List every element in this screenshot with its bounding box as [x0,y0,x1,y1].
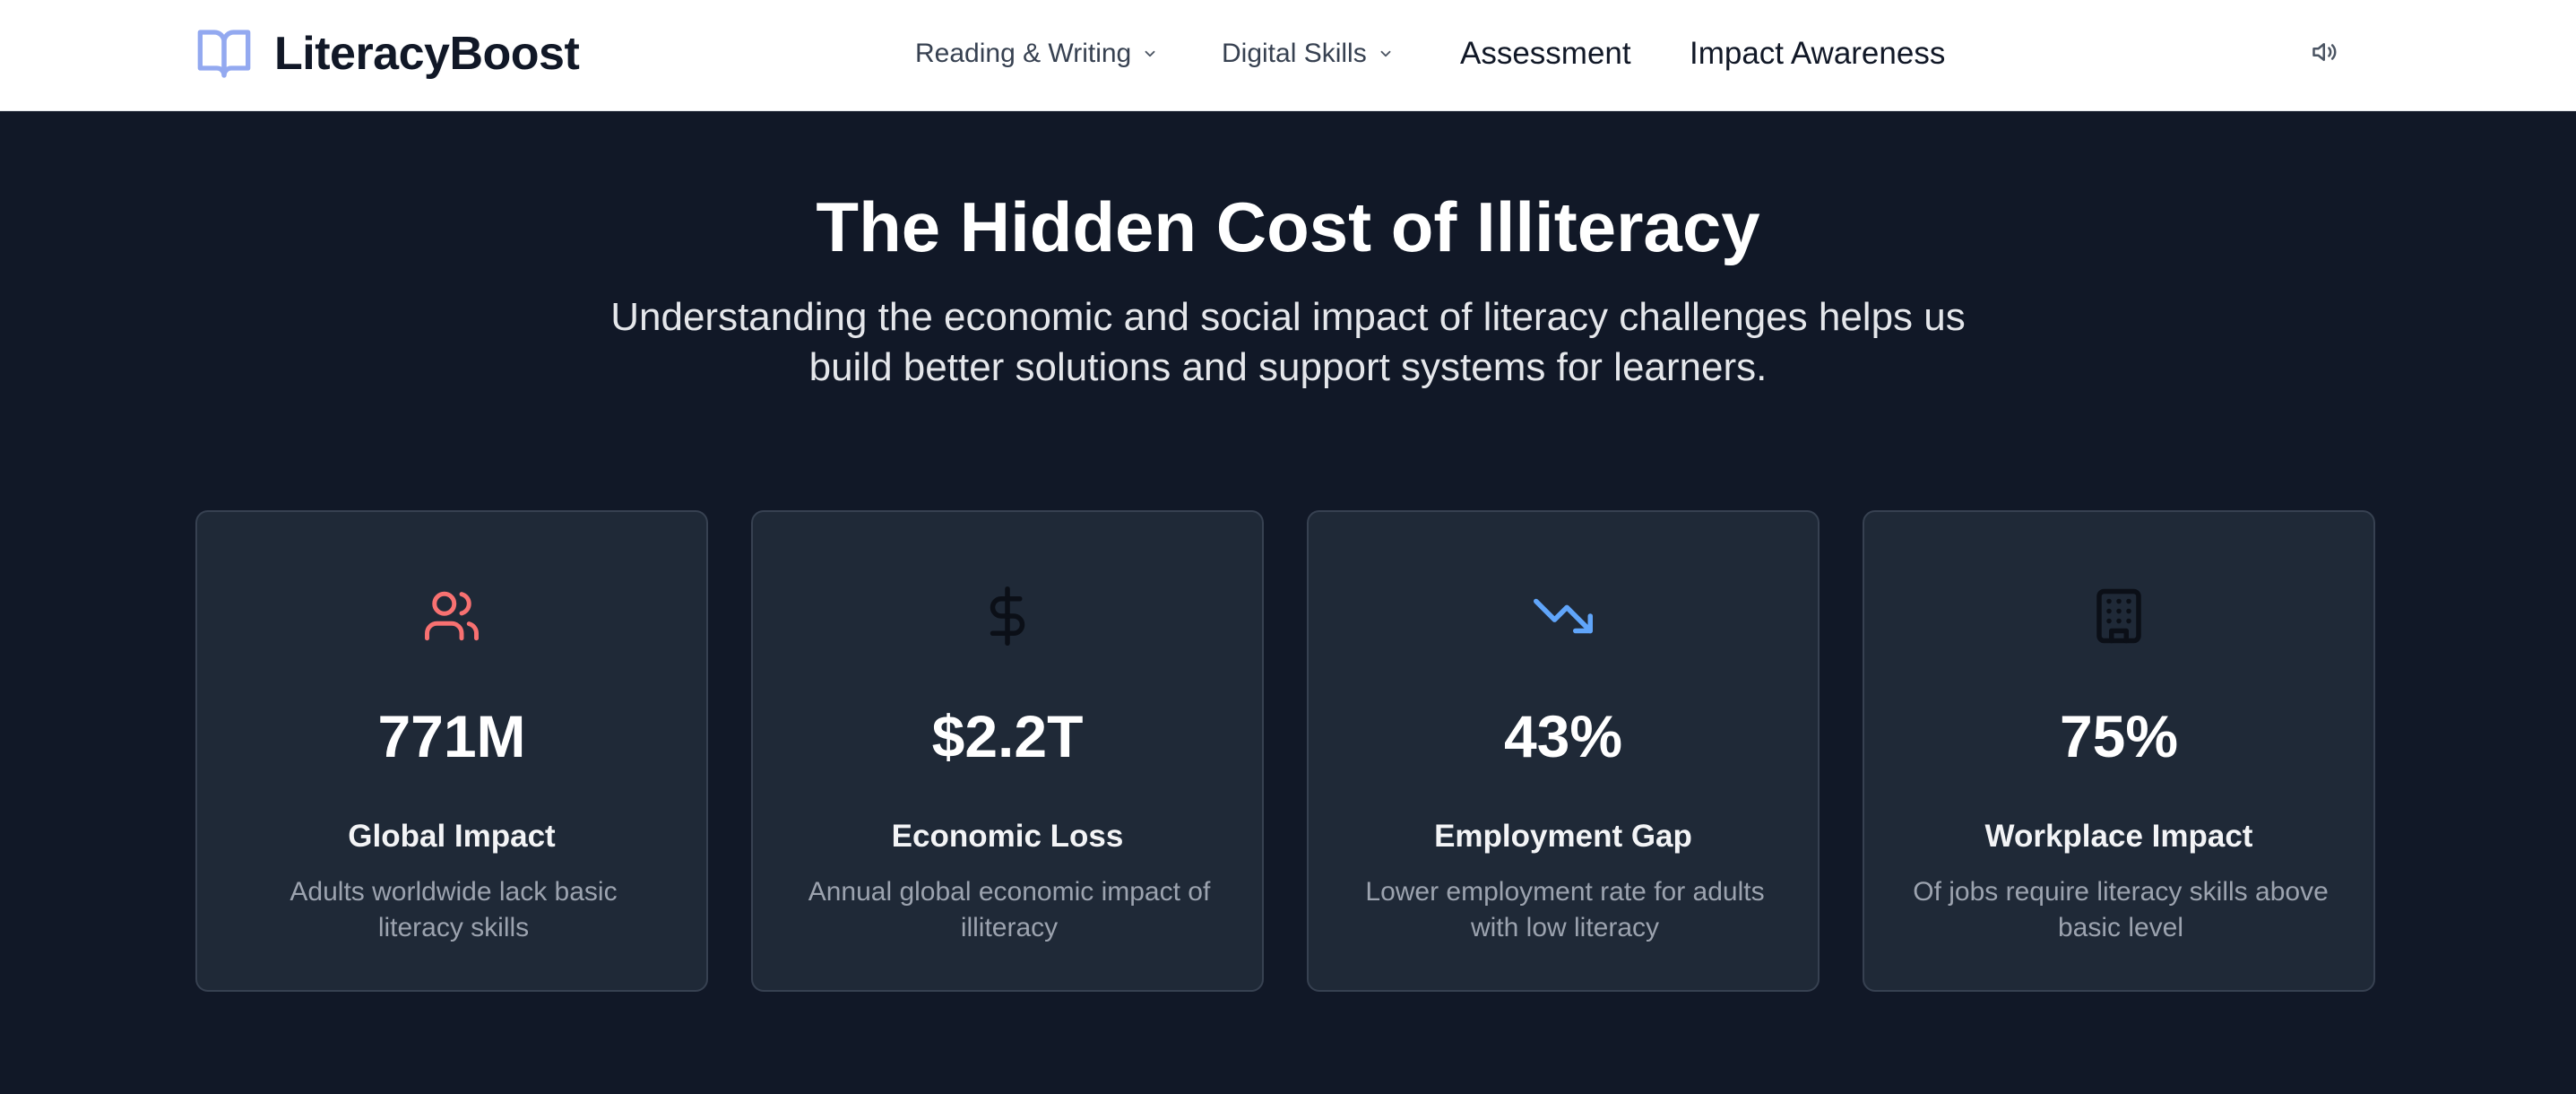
subtitle-line: build better solutions and support syste… [808,345,1768,389]
stat-value: $2.2T [931,703,1084,769]
desc-line: illiteracy [960,913,1059,942]
chevron-down-icon [1378,46,1394,62]
stat-description: Annual global economic impact of illiter… [798,874,1221,946]
dollar-sign-icon [753,584,1262,648]
desc-line: Of jobs require literacy skills above [1913,877,2329,907]
users-icon [197,584,706,648]
page-subtitle: Understanding the economic and social im… [607,292,1969,393]
book-open-icon [195,25,253,82]
stat-title: Economic Loss [891,819,1124,854]
stat-value: 43% [1503,703,1623,769]
speaker-icon [2312,39,2338,70]
stat-value: 771M [377,703,526,769]
stat-card-workplace-impact: 75% Workplace Impact Of jobs require lit… [1863,510,2375,992]
desc-line: basic level [2057,913,2184,942]
desc-line: Adults worldwide lack basic [290,877,618,907]
top-navbar: LiteracyBoost Reading & Writing Digital … [0,0,2576,111]
nav-item-label: Digital Skills [1222,39,1367,68]
stat-title: Global Impact [348,819,556,854]
stat-title: Workplace Impact [1984,819,2253,854]
desc-line: Annual global economic impact of [808,877,1211,907]
stat-description: Adults worldwide lack basic literacy ski… [242,874,665,946]
nav-item-label: Impact Awareness [1690,36,1946,71]
nav-item-impact-awareness[interactable]: Impact Awareness [1690,27,1945,81]
nav-item-reading-writing[interactable]: Reading & Writing [915,27,1158,81]
subtitle-line: Understanding the economic and social im… [610,295,1966,339]
nav-item-assessment[interactable]: Assessment [1460,27,1631,81]
nav-item-digital-skills[interactable]: Digital Skills [1222,27,1394,81]
audio-toggle-button[interactable] [2307,34,2343,74]
stat-card-global-impact: 771M Global Impact Adults worldwide lack… [195,510,708,992]
page-title: The Hidden Cost of Illiteracy [816,187,1760,266]
stat-value: 75% [2059,703,2179,769]
stat-card-employment-gap: 43% Employment Gap Lower employment rate… [1307,510,1820,992]
brand-logo-link[interactable]: LiteracyBoost [195,25,580,82]
building-icon [1864,584,2373,648]
stat-description: Of jobs require literacy skills above ba… [1909,874,2332,946]
nav-item-label: Reading & Writing [915,39,1132,68]
desc-line: literacy skills [377,913,530,942]
stat-title: Employment Gap [1434,819,1692,854]
desc-line: with low literacy [1470,913,1660,942]
desc-line: Lower employment rate for adults [1365,877,1765,907]
stat-description: Lower employment rate for adults with lo… [1353,874,1776,946]
trending-down-icon [1309,584,1818,648]
stat-card-economic-loss: $2.2T Economic Loss Annual global econom… [751,510,1264,992]
chevron-down-icon [1142,46,1158,62]
brand-name: LiteracyBoost [274,28,580,80]
nav-item-label: Assessment [1460,36,1631,71]
